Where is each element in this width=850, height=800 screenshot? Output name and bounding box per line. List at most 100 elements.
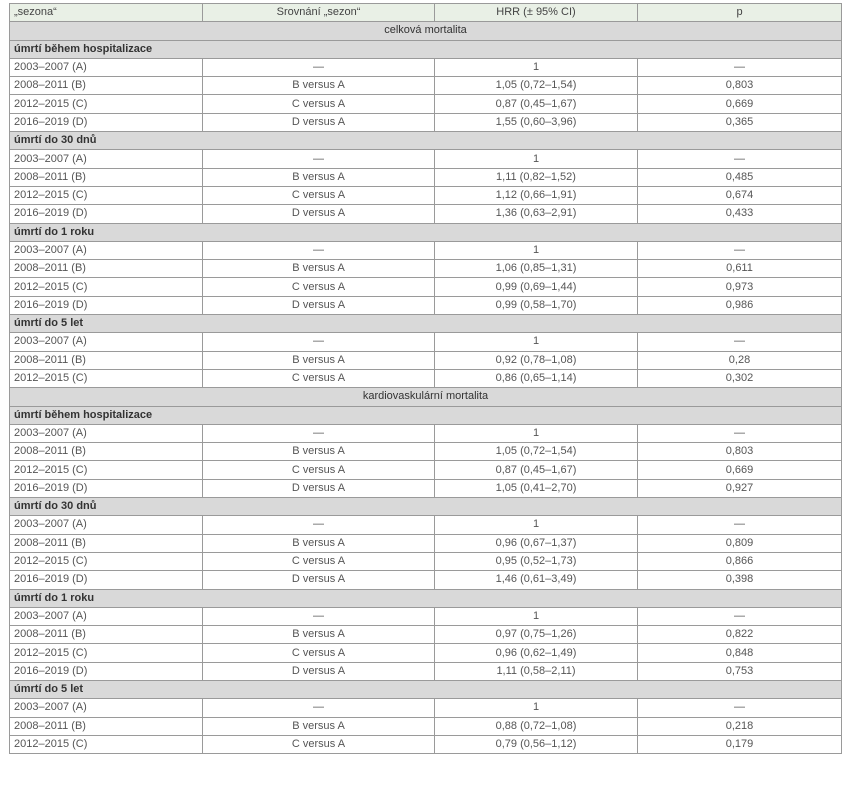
cell-p: 0,433 bbox=[637, 204, 842, 224]
table-row: 2012–2015 (C) C versus A 0,99 (0,69–1,44) 0… bbox=[9, 277, 842, 297]
table-row: 2012–2015 (C) C versus A 0,79 (0,56–1,12) 0… bbox=[9, 734, 842, 755]
cell-season: 2016–2019 (D) bbox=[9, 112, 203, 133]
section-title: celková mortalita bbox=[9, 21, 842, 41]
table-row: 2003–2007 (A) —1— bbox=[9, 698, 842, 718]
cell-hrr: 0,86 (0,65–1,14) bbox=[434, 368, 638, 389]
cell-season: 2012–2015 (C) bbox=[9, 185, 203, 206]
cell-season: 2003–2007 (A) bbox=[9, 57, 203, 78]
cell-comparison: C versus A bbox=[202, 460, 435, 480]
group-row: úmrtí do 30 dnů bbox=[9, 131, 842, 151]
table-row: 2008–2011 (B) B versus A 0,96 (0,67–1,37) 0… bbox=[9, 533, 842, 553]
cell-season: 2016–2019 (D) bbox=[9, 295, 203, 316]
section-row: celková mortalita bbox=[9, 21, 842, 41]
group-row: úmrtí do 5 let bbox=[9, 679, 842, 700]
cell-hrr: 1 bbox=[434, 149, 638, 169]
cell-season: 2008–2011 (B) bbox=[9, 625, 203, 645]
table-row: 2012–2015 (C) C versus A 0,86 (0,65–1,14) 0… bbox=[9, 368, 842, 389]
cell-season: 2016–2019 (D) bbox=[9, 661, 203, 681]
section-title: kardiovaskulární mortalita bbox=[9, 387, 842, 407]
table-row: 2016–2019 (D) D versus A 1,11 (0,58–2,11) 0… bbox=[9, 661, 842, 681]
cell-p: — bbox=[637, 332, 842, 352]
cell-p: — bbox=[637, 423, 842, 444]
cell-season: 2012–2015 (C) bbox=[9, 460, 203, 480]
table-row: 2016–2019 (D) D versus A 1,36 (0,63–2,91) 0… bbox=[9, 204, 842, 224]
cell-hrr: 0,99 (0,58–1,70) bbox=[434, 295, 638, 316]
cell-comparison: C versus A bbox=[202, 734, 435, 755]
cell-p: 0,973 bbox=[637, 277, 842, 297]
cell-season: 2012–2015 (C) bbox=[9, 734, 203, 755]
cell-comparison: — bbox=[202, 423, 435, 444]
cell-comparison: — bbox=[202, 57, 435, 78]
cell-p: 0,611 bbox=[637, 259, 842, 279]
cell-hrr: 1,46 (0,61–3,49) bbox=[434, 570, 638, 590]
cell-comparison: D versus A bbox=[202, 478, 435, 499]
cell-hrr: 0,87 (0,45–1,67) bbox=[434, 94, 638, 114]
cell-season: 2012–2015 (C) bbox=[9, 368, 203, 389]
cell-comparison: B versus A bbox=[202, 76, 435, 96]
cell-season: 2003–2007 (A) bbox=[9, 423, 203, 444]
cell-comparison: C versus A bbox=[202, 551, 435, 572]
group-title: úmrtí do 30 dnů bbox=[9, 131, 842, 151]
table-row: 2008–2011 (B) B versus A 0,97 (0,75–1,26) 0… bbox=[9, 625, 842, 645]
table-body: celková mortalita úmrtí během hospitaliza… bbox=[9, 21, 842, 755]
cell-p: 0,809 bbox=[637, 533, 842, 553]
cell-comparison: B versus A bbox=[202, 716, 435, 736]
cell-season: 2012–2015 (C) bbox=[9, 551, 203, 572]
cell-hrr: 1 bbox=[434, 606, 638, 627]
table-row: 2003–2007 (A) —1— bbox=[9, 57, 842, 78]
group-row: úmrtí do 30 dnů bbox=[9, 497, 842, 517]
table-row: 2003–2007 (A) —1— bbox=[9, 332, 842, 352]
cell-hrr: 1,05 (0,41–2,70) bbox=[434, 478, 638, 499]
cell-hrr: 1 bbox=[434, 698, 638, 718]
cell-hrr: 1,11 (0,82–1,52) bbox=[434, 167, 638, 187]
cell-hrr: 1 bbox=[434, 240, 638, 261]
cell-season: 2016–2019 (D) bbox=[9, 478, 203, 499]
cell-p: — bbox=[637, 240, 842, 261]
cell-season: 2003–2007 (A) bbox=[9, 515, 203, 535]
cell-comparison: B versus A bbox=[202, 533, 435, 553]
cell-comparison: — bbox=[202, 332, 435, 352]
table-row: 2003–2007 (A) —1— bbox=[9, 423, 842, 444]
cell-season: 2008–2011 (B) bbox=[9, 350, 203, 370]
cell-p: — bbox=[637, 57, 842, 78]
header-p: p bbox=[637, 2, 842, 23]
cell-p: — bbox=[637, 515, 842, 535]
group-row: úmrtí do 5 let bbox=[9, 314, 842, 334]
cell-p: 0,365 bbox=[637, 112, 842, 133]
cell-season: 2008–2011 (B) bbox=[9, 533, 203, 553]
cell-season: 2016–2019 (D) bbox=[9, 204, 203, 224]
cell-p: 0,302 bbox=[637, 368, 842, 389]
table-row: 2008–2011 (B) B versus A 1,05 (0,72–1,54) 0… bbox=[9, 442, 842, 462]
table-row: 2003–2007 (A) —1— bbox=[9, 240, 842, 261]
cell-comparison: C versus A bbox=[202, 185, 435, 206]
cell-season: 2008–2011 (B) bbox=[9, 716, 203, 736]
cell-p: 0,398 bbox=[637, 570, 842, 590]
cell-p: 0,803 bbox=[637, 442, 842, 462]
table-row: 2012–2015 (C) C versus A 1,12 (0,66–1,91) 0… bbox=[9, 185, 842, 206]
group-title: úmrtí do 5 let bbox=[9, 314, 842, 334]
cell-season: 2003–2007 (A) bbox=[9, 149, 203, 169]
group-row: úmrtí do 1 roku bbox=[9, 588, 842, 608]
cell-comparison: D versus A bbox=[202, 570, 435, 590]
cell-comparison: D versus A bbox=[202, 661, 435, 681]
group-title: úmrtí do 1 roku bbox=[9, 222, 842, 242]
cell-p: 0,669 bbox=[637, 460, 842, 480]
cell-p: 0,485 bbox=[637, 167, 842, 187]
cell-p: 0,669 bbox=[637, 94, 842, 114]
cell-hrr: 0,88 (0,72–1,08) bbox=[434, 716, 638, 736]
cell-p: 0,866 bbox=[637, 551, 842, 572]
cell-season: 2012–2015 (C) bbox=[9, 277, 203, 297]
group-row: úmrtí během hospitalizace bbox=[9, 405, 842, 425]
cell-p: 0,803 bbox=[637, 76, 842, 96]
cell-p: — bbox=[637, 149, 842, 169]
cell-comparison: — bbox=[202, 149, 435, 169]
table-row: 2016–2019 (D) D versus A 0,99 (0,58–1,70) 0… bbox=[9, 295, 842, 316]
cell-comparison: B versus A bbox=[202, 259, 435, 279]
group-title: úmrtí do 30 dnů bbox=[9, 497, 842, 517]
cell-hrr: 1,55 (0,60–3,96) bbox=[434, 112, 638, 133]
cell-hrr: 0,87 (0,45–1,67) bbox=[434, 460, 638, 480]
cell-comparison: — bbox=[202, 240, 435, 261]
cell-p: 0,848 bbox=[637, 643, 842, 663]
group-title: úmrtí během hospitalizace bbox=[9, 39, 842, 59]
table-row: 2008–2011 (B) B versus A 1,05 (0,72–1,54) 0… bbox=[9, 76, 842, 96]
